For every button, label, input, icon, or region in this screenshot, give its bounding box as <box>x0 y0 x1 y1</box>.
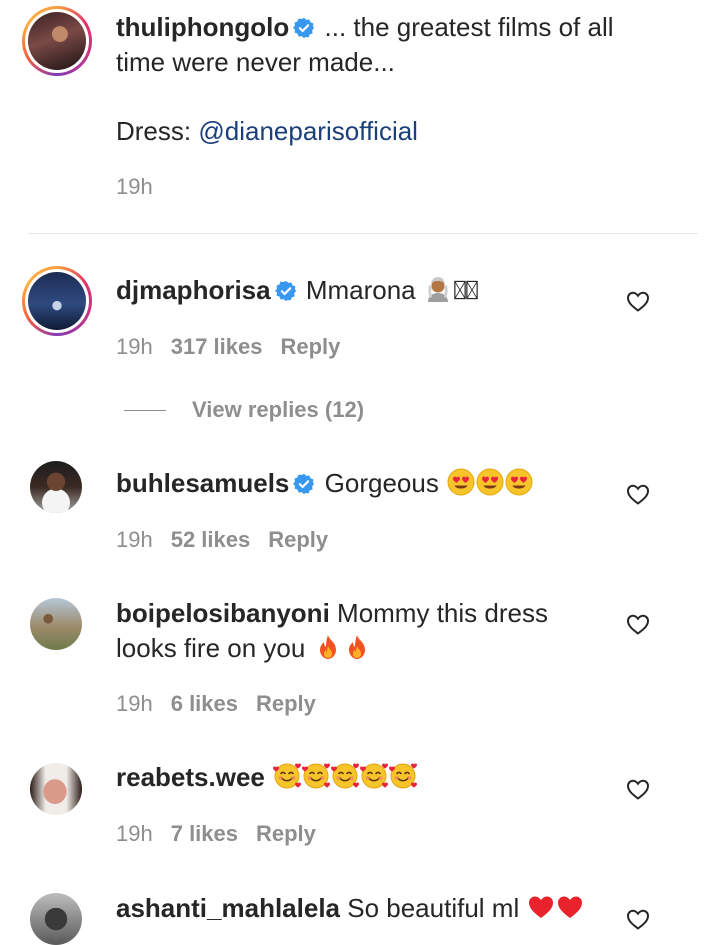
verified-badge-icon <box>293 17 315 39</box>
story-ring[interactable] <box>22 266 92 336</box>
like-heart-icon[interactable] <box>626 483 650 505</box>
mention-link[interactable]: @dianeparisofficial <box>198 116 418 146</box>
avatar[interactable] <box>30 763 82 815</box>
username[interactable]: buhlesamuels <box>116 468 289 498</box>
username[interactable]: reabets.wee <box>116 762 265 792</box>
reply-button[interactable]: Reply <box>280 334 340 359</box>
comment-text: So beautiful ml <box>347 893 520 923</box>
avatar[interactable] <box>28 12 86 70</box>
reply-button[interactable]: Reply <box>256 691 316 716</box>
timestamp: 19h <box>116 334 153 359</box>
missing-glyph-icon <box>466 280 478 300</box>
comment-meta: 19h 52 likes Reply <box>116 527 346 553</box>
view-replies-button[interactable]: View replies (12) <box>192 397 364 423</box>
comment-row: djmaphorisa Mmarona <box>116 273 616 308</box>
timestamp: 19h <box>116 527 153 552</box>
comment-text: looks fire on you <box>116 633 306 663</box>
divider <box>28 233 698 234</box>
avatar[interactable] <box>30 461 82 513</box>
caption-dress: Dress: @dianeparisofficial <box>116 114 418 149</box>
timestamp: 19h <box>116 691 153 716</box>
reply-button[interactable]: Reply <box>268 527 328 552</box>
fire-emoji-icon <box>314 633 342 661</box>
username[interactable]: ashanti_mahlalela <box>116 893 340 923</box>
caption-text: time were never made... <box>116 47 395 77</box>
comment-row: ashanti_mahlalela So beautiful ml <box>116 891 584 926</box>
likes-count[interactable]: 52 likes <box>171 527 251 552</box>
avatar[interactable] <box>30 893 82 945</box>
missing-glyph-icon <box>454 280 466 300</box>
dress-label: Dress: <box>116 116 192 146</box>
person-emoji-icon <box>424 275 452 303</box>
smiling-hearts-emoji-icon <box>360 762 388 790</box>
timestamp: 19h <box>116 821 153 846</box>
username[interactable]: djmaphorisa <box>116 275 271 305</box>
verified-badge-icon <box>275 280 297 302</box>
smiling-hearts-emoji-icon <box>302 762 330 790</box>
avatar[interactable] <box>30 598 82 650</box>
comment-text: Mommy this dress <box>337 598 548 628</box>
view-replies-line <box>124 410 166 411</box>
red-heart-emoji-icon <box>527 893 555 921</box>
caption: thuliphongolo ... the greatest films of … <box>116 10 676 80</box>
username[interactable]: boipelosibanyoni <box>116 598 330 628</box>
comment-meta: 19h 317 likes Reply <box>116 334 358 360</box>
comment-text: Gorgeous <box>324 468 439 498</box>
like-heart-icon[interactable] <box>626 778 650 800</box>
verified-badge-icon <box>293 473 315 495</box>
smiling-hearts-emoji-icon <box>331 762 359 790</box>
caption-text: ... the greatest films of all <box>324 12 614 42</box>
likes-count[interactable]: 317 likes <box>171 334 263 359</box>
like-heart-icon[interactable] <box>626 613 650 635</box>
heart-eyes-emoji-icon <box>447 468 475 496</box>
heart-eyes-emoji-icon <box>476 468 504 496</box>
comment-text: Mmarona <box>305 275 416 305</box>
heart-eyes-emoji-icon <box>505 468 533 496</box>
timestamp: 19h <box>116 174 153 199</box>
story-ring[interactable] <box>22 6 92 76</box>
likes-count[interactable]: 6 likes <box>171 691 238 716</box>
username[interactable]: thuliphongolo <box>116 12 289 42</box>
comment-meta: 19h 7 likes Reply <box>116 821 334 847</box>
comment-row: boipelosibanyoni Mommy this dress looks … <box>116 596 616 666</box>
smiling-hearts-emoji-icon <box>389 762 417 790</box>
fire-emoji-icon <box>343 633 371 661</box>
avatar[interactable] <box>28 272 86 330</box>
like-heart-icon[interactable] <box>626 908 650 930</box>
comment-meta: 19h 6 likes Reply <box>116 691 334 717</box>
red-heart-emoji-icon <box>556 893 584 921</box>
comment-row: buhlesamuels Gorgeous <box>116 466 533 501</box>
likes-count[interactable]: 7 likes <box>171 821 238 846</box>
comment-row: reabets.wee <box>116 760 417 795</box>
caption-meta: 19h <box>116 174 171 200</box>
like-heart-icon[interactable] <box>626 290 650 312</box>
reply-button[interactable]: Reply <box>256 821 316 846</box>
smiling-hearts-emoji-icon <box>273 762 301 790</box>
